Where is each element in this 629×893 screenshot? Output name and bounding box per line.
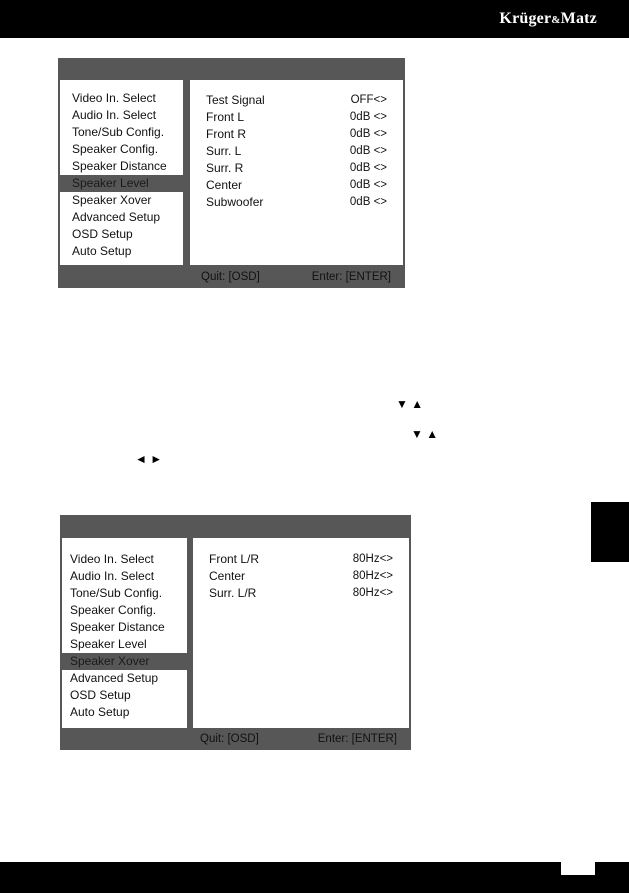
- setting-value[interactable]: 80Hz<>: [353, 551, 393, 568]
- setting-value[interactable]: 0dB <>: [350, 143, 387, 160]
- menu-item-speaker-config[interactable]: Speaker Config.: [62, 602, 187, 619]
- osd-settings-panel: Test Signal OFF<> Front L 0dB <> Front R 0d…: [190, 80, 403, 265]
- osd-footer: Quit: [OSD] Enter: [ENTER]: [60, 728, 411, 750]
- page-number-box: [561, 862, 595, 875]
- setting-label: Surr. R: [206, 161, 244, 175]
- setting-row[interactable]: Surr. L/R 80Hz<>: [193, 585, 409, 602]
- menu-item-video-in-select[interactable]: Video In. Select: [60, 90, 183, 107]
- menu-item-audio-in-select[interactable]: Audio In. Select: [62, 568, 187, 585]
- setting-value[interactable]: 80Hz<>: [353, 585, 393, 602]
- quit-hint: Quit: [OSD]: [200, 733, 259, 745]
- menu-item-speaker-distance[interactable]: Speaker Distance: [62, 619, 187, 636]
- footer-bar: [0, 862, 629, 893]
- setting-row[interactable]: Surr. L 0dB <>: [190, 143, 403, 160]
- osd-speaker-xover-screen: Video In. Select Audio In. Select Tone/S…: [60, 515, 411, 750]
- osd-menu: Video In. Select Audio In. Select Tone/S…: [62, 538, 187, 728]
- setting-label: Subwoofer: [206, 195, 264, 209]
- setting-row[interactable]: Test Signal OFF<>: [190, 92, 403, 109]
- setting-row[interactable]: Front L 0dB <>: [190, 109, 403, 126]
- header-bar: Krüger&Matz: [0, 0, 629, 38]
- setting-label: Center: [209, 569, 246, 583]
- setting-row[interactable]: Center 80Hz<>: [193, 568, 409, 585]
- menu-item-speaker-distance[interactable]: Speaker Distance: [60, 158, 183, 175]
- menu-item-tone-sub-config[interactable]: Tone/Sub Config.: [62, 585, 187, 602]
- brand-logo: Krüger&Matz: [499, 10, 597, 28]
- setting-row[interactable]: Front L/R 80Hz<>: [193, 551, 409, 568]
- brand-name-part: Krüger: [499, 10, 552, 27]
- setting-value[interactable]: 0dB <>: [350, 126, 387, 143]
- setting-value[interactable]: 0dB <>: [350, 160, 387, 177]
- setting-label: Center: [206, 178, 243, 192]
- brand-name-part: Matz: [560, 10, 597, 27]
- setting-label: Front L/R: [209, 552, 260, 566]
- setting-value[interactable]: 0dB <>: [350, 177, 387, 194]
- brand-ampersand: &: [551, 14, 561, 26]
- setting-value[interactable]: OFF<>: [351, 92, 387, 109]
- setting-value[interactable]: 0dB <>: [350, 194, 387, 211]
- menu-item-audio-in-select[interactable]: Audio In. Select: [60, 107, 183, 124]
- down-up-arrows-icon: ▼ ▲: [396, 397, 424, 411]
- section-tab-marker: [591, 502, 629, 562]
- osd-header: [60, 515, 411, 537]
- menu-item-osd-setup[interactable]: OSD Setup: [62, 687, 187, 704]
- menu-item-osd-setup[interactable]: OSD Setup: [60, 226, 183, 243]
- osd-speaker-level-screen: Video In. Select Audio In. Select Tone/S…: [58, 58, 405, 288]
- menu-item-advanced-setup[interactable]: Advanced Setup: [62, 670, 187, 687]
- menu-item-speaker-level[interactable]: Speaker Level: [62, 636, 187, 653]
- osd-menu: Video In. Select Audio In. Select Tone/S…: [60, 80, 183, 265]
- enter-hint: Enter: [ENTER]: [317, 733, 397, 745]
- setting-row[interactable]: Subwoofer 0dB <>: [190, 194, 403, 211]
- menu-item-speaker-xover[interactable]: Speaker Xover: [62, 653, 187, 670]
- menu-item-tone-sub-config[interactable]: Tone/Sub Config.: [60, 124, 183, 141]
- menu-item-speaker-level[interactable]: Speaker Level: [60, 175, 183, 192]
- setting-value[interactable]: 80Hz<>: [353, 568, 393, 585]
- setting-row[interactable]: Center 0dB <>: [190, 177, 403, 194]
- osd-settings-panel: Front L/R 80Hz<> Center 80Hz<> Surr. L/R 80…: [193, 538, 409, 728]
- setting-value[interactable]: 0dB <>: [350, 109, 387, 126]
- osd-header: [58, 58, 405, 80]
- setting-row[interactable]: Surr. R 0dB <>: [190, 160, 403, 177]
- menu-item-speaker-config[interactable]: Speaker Config.: [60, 141, 183, 158]
- menu-item-advanced-setup[interactable]: Advanced Setup: [60, 209, 183, 226]
- menu-item-video-in-select[interactable]: Video In. Select: [62, 551, 187, 568]
- setting-label: Test Signal: [206, 93, 265, 107]
- down-up-arrows-icon: ▼ ▲: [411, 427, 439, 441]
- setting-label: Surr. L: [206, 144, 242, 158]
- setting-label: Front L: [206, 110, 245, 124]
- quit-hint: Quit: [OSD]: [201, 271, 260, 283]
- setting-label: Front R: [206, 127, 247, 141]
- left-right-arrows-icon: ◄ ►: [135, 452, 163, 466]
- menu-item-speaker-xover[interactable]: Speaker Xover: [60, 192, 183, 209]
- enter-hint: Enter: [ENTER]: [311, 271, 391, 283]
- menu-item-auto-setup[interactable]: Auto Setup: [60, 243, 183, 260]
- setting-label: Surr. L/R: [209, 586, 257, 600]
- osd-footer: Quit: [OSD] Enter: [ENTER]: [58, 266, 405, 288]
- setting-row[interactable]: Front R 0dB <>: [190, 126, 403, 143]
- menu-item-auto-setup[interactable]: Auto Setup: [62, 704, 187, 721]
